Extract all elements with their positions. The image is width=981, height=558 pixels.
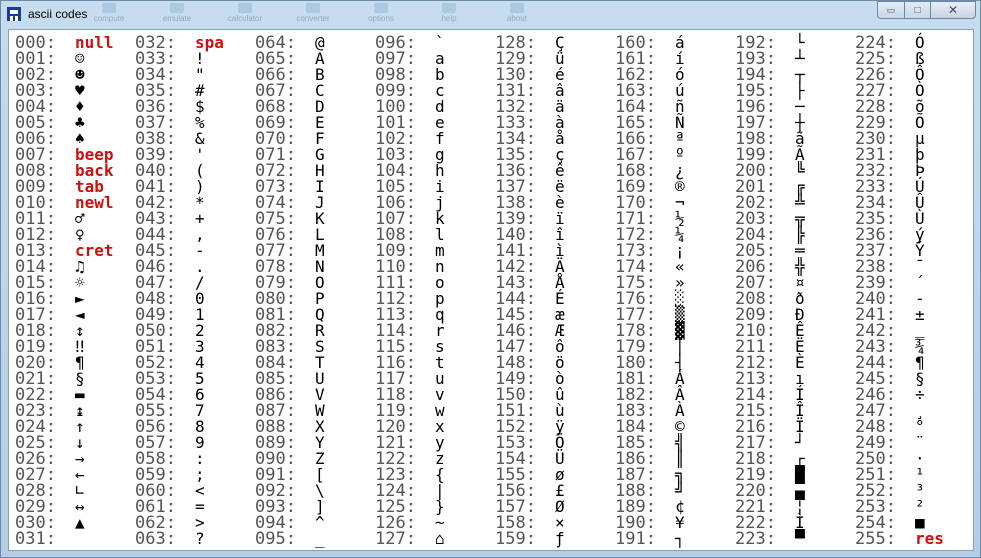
- ascii-column: 096: ` 097: a 098: b 099: c 100: d 101: e 102: f 103: g…: [375, 35, 495, 549]
- ascii-column: 192: └ 193: ┴ 194: ┬ 195: ├ 196: ─ 197: ┼ 198: ã 199: Ã…: [735, 35, 855, 549]
- ascii-entry: 159: ƒ: [495, 529, 615, 549]
- ascii-glyph: ▀: [795, 529, 805, 548]
- ascii-code: 095:: [255, 529, 296, 549]
- ascii-code: 159:: [495, 529, 536, 549]
- ghost-toolbar-icon: [442, 3, 456, 13]
- ascii-column: 032: spa 033:! 034: " 035: #036: $037:% 038: & 039…: [135, 35, 255, 549]
- ghost-toolbar-item: help: [431, 3, 467, 27]
- ghost-toolbar-icon: [374, 3, 388, 13]
- maximize-icon: □: [914, 4, 921, 16]
- ascii-entry: 063:?: [135, 529, 255, 549]
- ascii-column: 128: Ç 129: ü 130: é 131: â 132: ä 133: à 134: å 135: ç…: [495, 35, 615, 549]
- background-toolbar-ghost: compute emulate calculator converter options…: [91, 3, 535, 27]
- ascii-column: 160: á 161: í 162: ó 163: ú 164: ñ 165: Ñ 166: ª 167: º…: [615, 35, 735, 549]
- ascii-glyph: ƒ: [555, 529, 565, 548]
- ascii-control-name: res: [915, 529, 944, 548]
- ghost-toolbar-icon: [238, 3, 252, 13]
- minimize-button[interactable]: ▭: [877, 1, 904, 19]
- ascii-column: 000: null 001: ☺ 002: ☻ 003: ♥ 004: ♦ 005: ♣ 006: ♠ 00…: [15, 35, 135, 549]
- ghost-toolbar-icon: [102, 3, 116, 13]
- ghost-toolbar-item: compute: [91, 3, 127, 27]
- ascii-entry: 191: ┐: [615, 529, 735, 549]
- ascii-code: 191:: [615, 529, 656, 549]
- ascii-entry: 031:: [15, 529, 135, 549]
- maximize-button[interactable]: □: [904, 1, 930, 19]
- ascii-code: 223:: [735, 529, 776, 549]
- ghost-toolbar-icon: [170, 3, 184, 13]
- close-button[interactable]: ✕: [930, 1, 976, 19]
- ghost-toolbar-item: calculator: [227, 3, 263, 27]
- ascii-glyph: ?: [195, 529, 205, 548]
- app-window: ascii codes compute emulate calculator conv…: [0, 0, 981, 558]
- ascii-entry: 223: ▀: [735, 529, 855, 549]
- ghost-toolbar-item: emulate: [159, 3, 195, 27]
- close-icon: ✕: [947, 3, 959, 17]
- ascii-code: 063:: [135, 529, 176, 549]
- ascii-column: 064: @065: A 066: B 067: C 068: D 069: E 070: F 071: G…: [255, 35, 375, 549]
- app-icon: [7, 7, 21, 21]
- ascii-glyph: ┐: [675, 529, 685, 548]
- minimize-icon: ▭: [886, 4, 896, 15]
- ascii-entry: 255: res: [855, 529, 975, 549]
- window-title: ascii codes: [28, 7, 88, 21]
- ascii-glyph: ⌂: [435, 529, 445, 548]
- ghost-toolbar-item: converter: [295, 3, 331, 27]
- ghost-toolbar-item: about: [499, 3, 535, 27]
- ascii-glyph: ▲: [75, 513, 85, 532]
- ascii-column: 224: Ó 225: ß 226: Ô 227: Ò 228: õ 229: Õ 230: µ 231: þ…: [855, 35, 975, 549]
- ghost-toolbar-icon: [510, 3, 524, 13]
- ghost-toolbar-item: options: [363, 3, 399, 27]
- title-bar[interactable]: ascii codes compute emulate calculator conv…: [1, 1, 980, 28]
- ghost-toolbar-icon: [306, 3, 320, 13]
- ascii-code: 031:: [15, 529, 56, 549]
- window-controls: ▭ □ ✕: [877, 1, 976, 19]
- ascii-code: 255:: [855, 529, 896, 549]
- ascii-entry: 095: _: [255, 529, 375, 549]
- ascii-code: 127:: [375, 529, 416, 549]
- ascii-entry: 127: ⌂: [375, 529, 495, 549]
- ascii-glyph: _: [315, 529, 325, 548]
- ascii-table: 000: null 001: ☺ 002: ☻ 003: ♥ 004: ♦ 005: ♣ 006: ♠ 00…: [8, 29, 974, 551]
